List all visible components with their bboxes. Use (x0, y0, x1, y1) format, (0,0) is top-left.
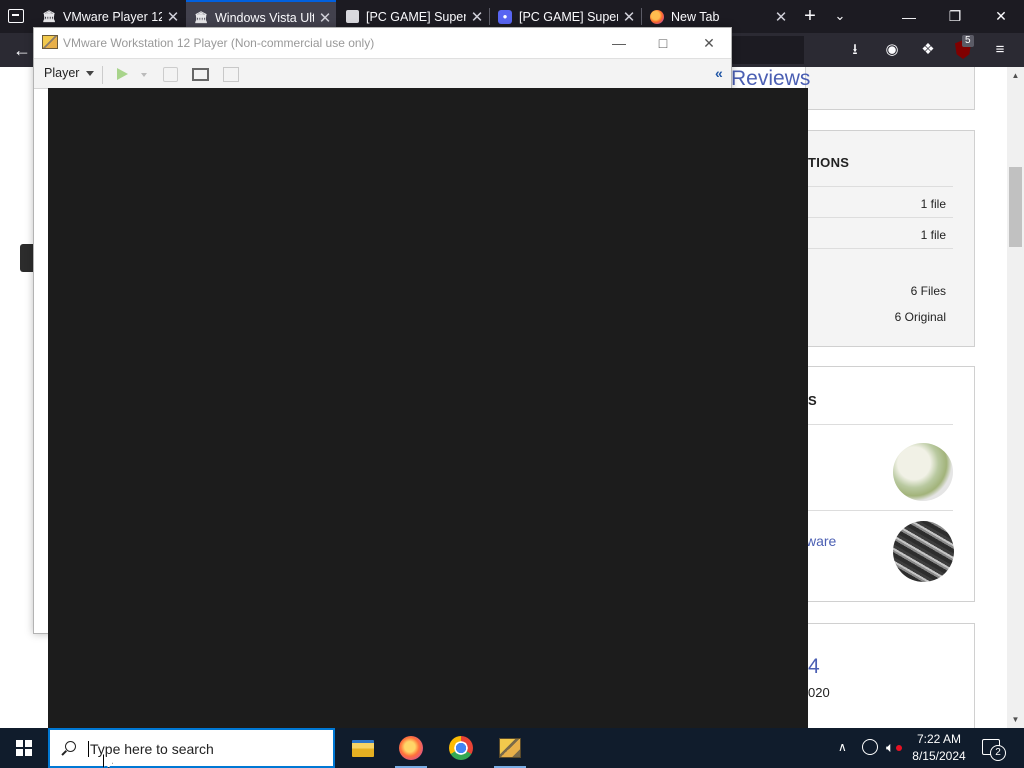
internet-archive-icon: 🏛︎ (42, 10, 56, 23)
tab-close-icon[interactable]: ✕ (466, 8, 488, 26)
unity-mode-icon[interactable] (223, 67, 239, 82)
menu-icon[interactable]: ≡ (989, 39, 1011, 61)
taskbar-search-box[interactable]: Type here to search (48, 728, 335, 768)
scrollbar-thumb[interactable] (1009, 167, 1022, 247)
vmware-maximize-button[interactable]: □ (641, 30, 685, 56)
player-menu-button[interactable]: Player (44, 66, 95, 80)
list-all-tabs-icon[interactable]: ⌄ (830, 6, 850, 26)
tab-title: [PC GAME] Super (366, 9, 466, 24)
clock-date: 8/15/2024 (912, 749, 966, 763)
restore-button[interactable]: ❐ (932, 0, 978, 33)
vmware-title-bar[interactable]: VMware Workstation 12 Player (Non-commer… (34, 28, 731, 58)
volume-icon[interactable]: 🔈︎ (886, 739, 894, 756)
reviews-panel (805, 67, 975, 110)
download-option-count[interactable]: 1 file (921, 228, 946, 242)
tab-title: [PC GAME] Super (519, 9, 618, 24)
related-items-heading: S (808, 393, 817, 408)
close-window-button[interactable]: ✕ (978, 0, 1024, 33)
minimize-button[interactable]: — (886, 0, 932, 33)
related-item-thumbnail[interactable] (893, 521, 954, 582)
power-options-chevron-icon[interactable] (141, 73, 147, 77)
full-screen-icon[interactable] (192, 68, 209, 81)
search-input[interactable]: Type here to search (88, 741, 214, 757)
new-tab-button[interactable]: + (800, 6, 820, 26)
player-menu-label: Player (44, 66, 80, 80)
uploader-year: 020 (808, 685, 830, 700)
internet-archive-icon: 🏛︎ (194, 11, 208, 24)
send-ctrl-alt-del-icon[interactable] (163, 67, 178, 82)
window-title: VMware Workstation 12 Player (Non-commer… (63, 36, 375, 50)
discord-icon: ● (498, 9, 512, 24)
firefox-icon (399, 736, 423, 760)
downloads-icon[interactable]: ⭳ (844, 39, 866, 61)
windows-logo-icon (16, 740, 32, 756)
windows-taskbar: Type here to search ∧ 🔈︎ 7:22 AM 8/15/20… (0, 728, 1024, 768)
download-option-count[interactable]: 6 Original (895, 310, 946, 324)
volume-muted-icon (896, 745, 902, 751)
notification-count-badge: 2 (990, 745, 1006, 761)
back-button[interactable]: ← (10, 39, 34, 61)
divider (808, 217, 953, 218)
taskbar-clock[interactable]: 7:22 AM 8/15/2024 (908, 731, 970, 765)
related-item-link[interactable]: ware (806, 533, 836, 549)
power-on-icon[interactable] (117, 68, 128, 80)
show-hidden-icons-icon[interactable]: ∧ (838, 740, 847, 754)
download-option-count[interactable]: 1 file (921, 197, 946, 211)
taskbar-firefox[interactable] (387, 728, 435, 768)
tab-close-icon[interactable]: ✕ (162, 8, 184, 26)
firefox-icon (650, 9, 664, 24)
divider (808, 424, 953, 425)
tab-close-icon[interactable]: ✕ (770, 8, 792, 26)
tab-close-icon[interactable]: ✕ (618, 8, 640, 26)
related-item-thumbnail[interactable] (893, 443, 953, 501)
uploader-count[interactable]: 4 (808, 655, 820, 679)
divider (808, 248, 953, 249)
download-option-count[interactable]: 6 Files (911, 284, 946, 298)
taskbar-file-explorer[interactable] (339, 728, 387, 768)
extensions-icon[interactable]: ❖ (917, 39, 939, 61)
uploader-panel (805, 623, 975, 728)
account-icon[interactable]: ◉ (881, 39, 903, 61)
taskbar-vmware[interactable] (486, 728, 534, 768)
divider (808, 186, 953, 187)
search-icon (65, 741, 76, 752)
url-bar[interactable] (730, 36, 804, 64)
vmware-close-button[interactable]: ✕ (687, 30, 731, 56)
scroll-down-icon[interactable]: ▼ (1009, 715, 1022, 724)
tab-title: Windows Vista Ult (215, 10, 314, 25)
toolbar-separator (102, 66, 103, 84)
start-button[interactable] (0, 728, 48, 768)
tab-title: VMware Player 12 (63, 9, 162, 24)
chrome-icon (449, 736, 473, 760)
tab-overview-icon[interactable] (8, 9, 24, 23)
vmware-minimize-button[interactable]: — (597, 30, 641, 56)
file-explorer-icon (352, 739, 374, 757)
vmware-toolbar: Player « (34, 58, 731, 89)
vmware-logo-icon (42, 35, 58, 49)
chevron-down-icon (86, 70, 95, 76)
vm-console-screen[interactable] (48, 88, 808, 728)
scroll-up-icon[interactable]: ▲ (1009, 71, 1022, 80)
clock-time: 7:22 AM (916, 732, 962, 746)
tab-close-icon[interactable]: ✕ (314, 9, 336, 27)
collapse-library-icon[interactable]: « (715, 65, 723, 81)
divider (808, 510, 953, 511)
network-icon[interactable] (862, 739, 878, 755)
document-icon (346, 10, 359, 23)
tab-title: New Tab (671, 9, 720, 24)
vmware-icon (499, 738, 521, 758)
taskbar-chrome[interactable] (437, 728, 485, 768)
addon-badge: 5 (962, 35, 974, 47)
download-options-heading: TIONS (808, 155, 850, 170)
